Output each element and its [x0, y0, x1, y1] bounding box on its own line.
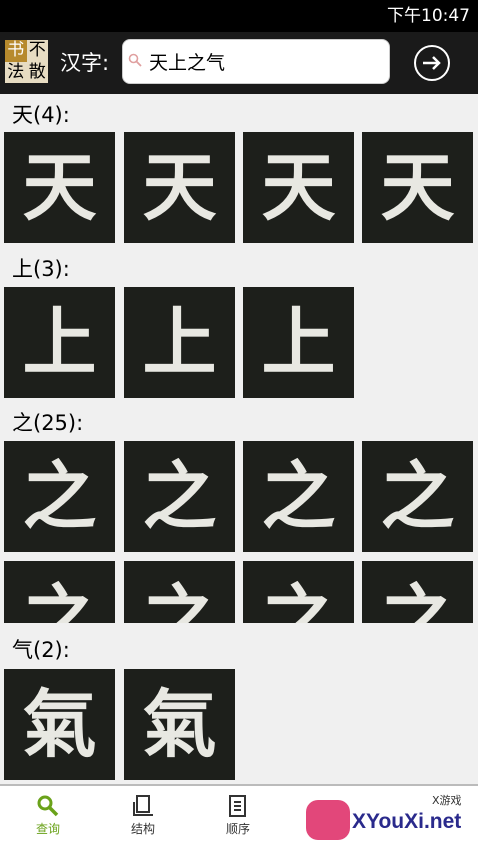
structure-icon — [133, 795, 153, 816]
glyph-char: 天 — [261, 144, 336, 231]
glyph-char: 上 — [261, 299, 336, 386]
glyph-char: 之 — [22, 577, 97, 623]
nav-item-structure[interactable]: 结构 — [113, 794, 173, 838]
hanzi-label: 汉字: — [60, 51, 110, 75]
glyph-char: 之 — [142, 453, 217, 540]
status-time: 下午10:47 — [387, 6, 470, 26]
glyph-tile[interactable]: 天 — [362, 132, 473, 243]
glyph-char: 天 — [380, 144, 455, 231]
logo-char: 法 — [7, 61, 25, 82]
watermark: X游戏 XYouXi.net — [300, 786, 478, 850]
bottom-nav: 查询 结构 顺序 X游戏 XYouXi.net — [0, 784, 478, 850]
arrow-right-icon — [423, 56, 441, 70]
glyph-char: 之 — [22, 453, 97, 540]
search-icon — [37, 795, 59, 817]
section-heading: 气(2): — [12, 638, 70, 662]
glyph-char: 之 — [261, 453, 336, 540]
glyph-tile[interactable]: 天 — [243, 132, 354, 243]
nav-label: 结构 — [130, 822, 155, 836]
glyph-tile[interactable]: 氣 — [4, 669, 115, 780]
nav-item-order[interactable]: 顺序 — [208, 794, 268, 838]
go-button[interactable] — [414, 45, 450, 81]
order-icon — [229, 795, 246, 817]
glyph-char: 天 — [142, 144, 217, 231]
glyph-char: 氣 — [142, 681, 217, 768]
glyph-char: 天 — [22, 144, 97, 231]
glyph-char: 之 — [380, 577, 455, 623]
logo-char: 书 — [5, 40, 27, 62]
glyph-tile[interactable]: 上 — [243, 287, 354, 398]
glyph-tile[interactable]: 之 — [4, 561, 115, 623]
glyph-char: 之 — [380, 453, 455, 540]
section-heading: 天(4): — [12, 103, 70, 127]
watermark-text: XYouXi.net — [352, 810, 462, 833]
glyph-tile[interactable]: 之 — [124, 561, 235, 623]
glyph-tile[interactable]: 之 — [4, 441, 115, 552]
search-input[interactable] — [149, 46, 379, 76]
search-box[interactable] — [122, 39, 390, 84]
status-bar: 下午10:47 — [0, 0, 478, 32]
glyph-tile[interactable]: 天 — [4, 132, 115, 243]
nav-item-search[interactable]: 查询 — [18, 794, 78, 838]
glyph-tile[interactable]: 天 — [124, 132, 235, 243]
glyph-char: 之 — [142, 577, 217, 623]
nav-label: 查询 — [35, 822, 60, 836]
search-icon — [128, 53, 142, 67]
search-header: 书 不 法 散 汉字: — [0, 32, 478, 94]
section-heading: 之(25): — [12, 411, 84, 435]
logo-char: 散 — [28, 61, 46, 82]
glyph-tile[interactable]: 上 — [4, 287, 115, 398]
app-logo[interactable]: 书 不 法 散 — [5, 40, 48, 83]
watermark-small: X游戏 — [432, 794, 462, 807]
glyph-tile[interactable]: 上 — [124, 287, 235, 398]
gamepad-icon — [306, 800, 350, 840]
results-list[interactable]: 天(4): 天 天 天 天 上(3): 上 上 上 之(25): 之 之 之 之… — [0, 94, 478, 784]
glyph-tile[interactable]: 之 — [124, 441, 235, 552]
glyph-char: 上 — [22, 299, 97, 386]
glyph-char: 上 — [142, 299, 217, 386]
section-heading: 上(3): — [12, 257, 70, 281]
glyph-tile[interactable]: 之 — [243, 561, 354, 623]
glyph-tile[interactable]: 之 — [243, 441, 354, 552]
logo-char: 不 — [28, 40, 46, 60]
glyph-char: 之 — [261, 577, 336, 623]
nav-label: 顺序 — [225, 822, 250, 836]
glyph-tile[interactable]: 之 — [362, 561, 473, 623]
glyph-char: 氣 — [22, 681, 97, 768]
glyph-tile[interactable]: 之 — [362, 441, 473, 552]
glyph-tile[interactable]: 氣 — [124, 669, 235, 780]
